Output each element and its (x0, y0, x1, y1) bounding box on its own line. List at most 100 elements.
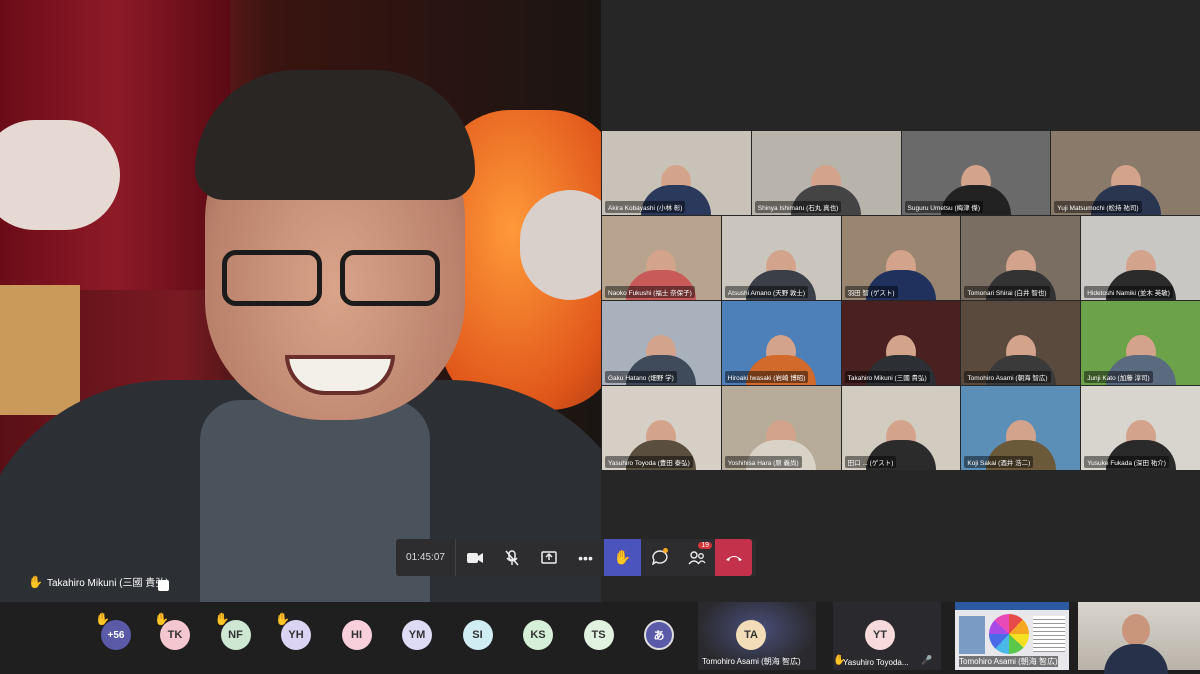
participant-video-tile[interactable]: 田口 ... (ゲスト) (841, 386, 961, 470)
raised-hand-icon: ✋ (275, 612, 290, 626)
share-presenter-name: Tomohiro Asami (朝海 智広) (959, 656, 1058, 667)
participant-name: Tomohiro Asami (朝海 智広) (702, 657, 801, 666)
raised-hand-icon: ✋ (833, 655, 846, 666)
participant-avatar[interactable]: SI (462, 620, 493, 650)
avatar-initials: YH (288, 629, 304, 641)
person-glasses (222, 250, 442, 310)
participant-name: Suguru Umetsu (梅津 傑) (904, 201, 984, 213)
avatar-initials: KS (530, 629, 546, 641)
avatar-initials: HI (351, 629, 362, 641)
participant-video-tile[interactable]: Yasuhiro Toyoda (豊田 泰弘) (602, 386, 721, 470)
participant-tile-ta[interactable]: TA Tomohiro Asami (朝海 智広) (698, 602, 816, 670)
participant-video-tile[interactable]: Naoko Fukushi (福士 奈保子) (602, 216, 721, 300)
participant-avatar[interactable]: ✋ NF (215, 612, 251, 650)
participant-name: Gaku Hatano (畑野 学) (605, 371, 677, 383)
gallery-grid: Naoko Fukushi (福士 奈保子) Atsushi Amano (天野 … (602, 216, 1200, 470)
mute-button[interactable] (493, 539, 530, 576)
shared-screen-castle (959, 616, 985, 654)
participant-name: Atsushi Amano (天野 敦士) (724, 286, 809, 298)
participant-video-tile[interactable]: Hidetoshi Namiki (並木 英敏) (1081, 216, 1200, 300)
mic-off-icon: 🎤 (921, 655, 933, 665)
participant-video-tile[interactable]: Takahiro Mikuni (三國 貴弘) (841, 301, 961, 385)
participant-avatar[interactable]: あ (644, 620, 674, 650)
participant-video-tile[interactable]: Akira Kobayashi (小林 彰) (602, 131, 751, 215)
chat-notification-dot (663, 548, 668, 553)
avatar: YT (865, 620, 895, 650)
raise-hand-button[interactable]: ✋ (604, 539, 641, 576)
spotlight-video[interactable] (0, 0, 601, 602)
participant-name: Akira Kobayashi (小林 彰) (605, 201, 686, 213)
screen-share-tile[interactable]: Tomohiro Asami (朝海 智広) (955, 602, 1069, 670)
participant-name: Yoshihisa Hara (原 義尚) (724, 456, 802, 468)
share-screen-button[interactable] (530, 539, 567, 576)
participant-video-tile[interactable]: 羽田 智 (ゲスト) (841, 216, 961, 300)
avatar-initials: あ (653, 630, 665, 642)
background-sign (0, 285, 80, 415)
participants-button[interactable]: 19 (678, 539, 715, 576)
participant-name: Junji Kato (加藤 淳司) (1084, 371, 1153, 383)
chat-button[interactable] (641, 539, 678, 576)
participant-avatar[interactable]: YM (402, 620, 432, 650)
hand-icon: ✋ (613, 549, 632, 565)
participant-avatar[interactable]: ✋ YH (275, 612, 311, 650)
person-fist-left (0, 120, 120, 230)
participant-name: 羽田 智 (ゲスト) (844, 286, 898, 298)
hang-up-button[interactable] (715, 539, 752, 576)
more-icon: ••• (578, 549, 593, 566)
shared-screen-toolbar (955, 602, 1069, 610)
avatar-initials: TK (167, 629, 183, 641)
participant-video-tile[interactable]: Atsushi Amano (天野 敦士) (721, 216, 841, 300)
raised-hand-icon: ✋ (214, 612, 230, 626)
spotlight-name-tag: ✋ Takahiro Mikuni (三國 貴弘) (28, 574, 169, 590)
participant-avatar[interactable]: TS (583, 620, 614, 650)
participant-name: Yusuke Fukada (深田 祐介) (1084, 456, 1169, 468)
participant-name: Tomohiro Asami (朝海 智広) (964, 371, 1051, 383)
raised-hand-icon: ✋ (95, 612, 110, 626)
call-control-bar: 01:45:07 ••• ✋ 19 (396, 539, 756, 576)
participant-video-tile[interactable]: Yusuke Fukada (深田 祐介) (1081, 386, 1200, 470)
participant-name: Tomonari Shirai (白井 智也) (964, 286, 1050, 298)
participant-name: Yasuhiro Toyoda (豊田 泰弘) (605, 456, 693, 468)
hang-up-icon (725, 555, 742, 561)
avatar-initials: NF (228, 629, 243, 641)
participant-avatar[interactable]: HI (341, 620, 372, 650)
participant-video-tile[interactable]: Junji Kato (加藤 淳司) (1081, 301, 1200, 385)
camera-button[interactable] (456, 539, 493, 576)
participant-video-tile[interactable]: Yoshihisa Hara (原 義尚) (721, 386, 841, 470)
call-timer: 01:45:07 (396, 539, 456, 576)
participant-video-tile[interactable]: Suguru Umetsu (梅津 傑) (901, 131, 1051, 215)
participant-video-tile[interactable]: Hiroaki Iwasaki (岩崎 博昭) (721, 301, 841, 385)
shared-screen-text (1033, 616, 1065, 652)
overflow-count: +56 (107, 629, 125, 641)
participant-name: Naoko Fukushi (福士 奈保子) (605, 286, 695, 298)
gallery-row-top: Akira Kobayashi (小林 彰) Shinya Ishimaru (石… (602, 131, 1200, 215)
participant-video-tile[interactable]: Gaku Hatano (畑野 学) (602, 301, 721, 385)
avatar: TA (736, 620, 766, 650)
camera-icon (466, 552, 483, 563)
person-hair (195, 70, 475, 200)
self-view-tile[interactable] (1078, 602, 1200, 674)
participant-video-tile[interactable]: Shinya Ishimaru (石丸 真也) (751, 131, 901, 215)
participant-video-tile[interactable]: Koji Sakai (酒井 浩二) (961, 386, 1081, 470)
mic-off-icon (504, 549, 519, 565)
participant-name: 田口 ... (ゲスト) (844, 456, 897, 468)
raised-hand-icon: ✋ (28, 574, 43, 589)
participant-avatar[interactable]: KS (523, 620, 553, 650)
meeting-stage: ✋ Takahiro Mikuni (三國 貴弘) Akira Kobayash… (0, 0, 1200, 602)
participant-name: Yasuhiro Toyoda... (843, 658, 909, 667)
avatar-initials: YM (408, 629, 426, 641)
share-icon (540, 551, 557, 564)
participant-video-tile[interactable]: Tomohiro Asami (朝海 智広) (961, 301, 1081, 385)
participant-name: Shinya Ishimaru (石丸 真也) (754, 201, 842, 213)
more-actions-button[interactable]: ••• (567, 539, 604, 576)
participant-video-tile[interactable]: Tomonari Shirai (白井 智也) (961, 216, 1081, 300)
participant-name: Takahiro Mikuni (三國 貴弘) (844, 371, 930, 383)
participant-tile-yt[interactable]: YT Yasuhiro Toyoda... ✋ 🎤 (833, 602, 941, 670)
avatar-initials: YT (872, 629, 888, 641)
participant-avatar[interactable]: ✋ TK (154, 612, 190, 650)
pin-icon[interactable] (158, 580, 169, 591)
participant-video-tile[interactable]: Yuji Matsumochi (松持 祐司) (1051, 131, 1200, 215)
avatar-initials: TA (744, 629, 758, 641)
overflow-participants-button[interactable]: ✋ +56 (95, 612, 131, 650)
avatar-initials: TS (591, 629, 606, 641)
